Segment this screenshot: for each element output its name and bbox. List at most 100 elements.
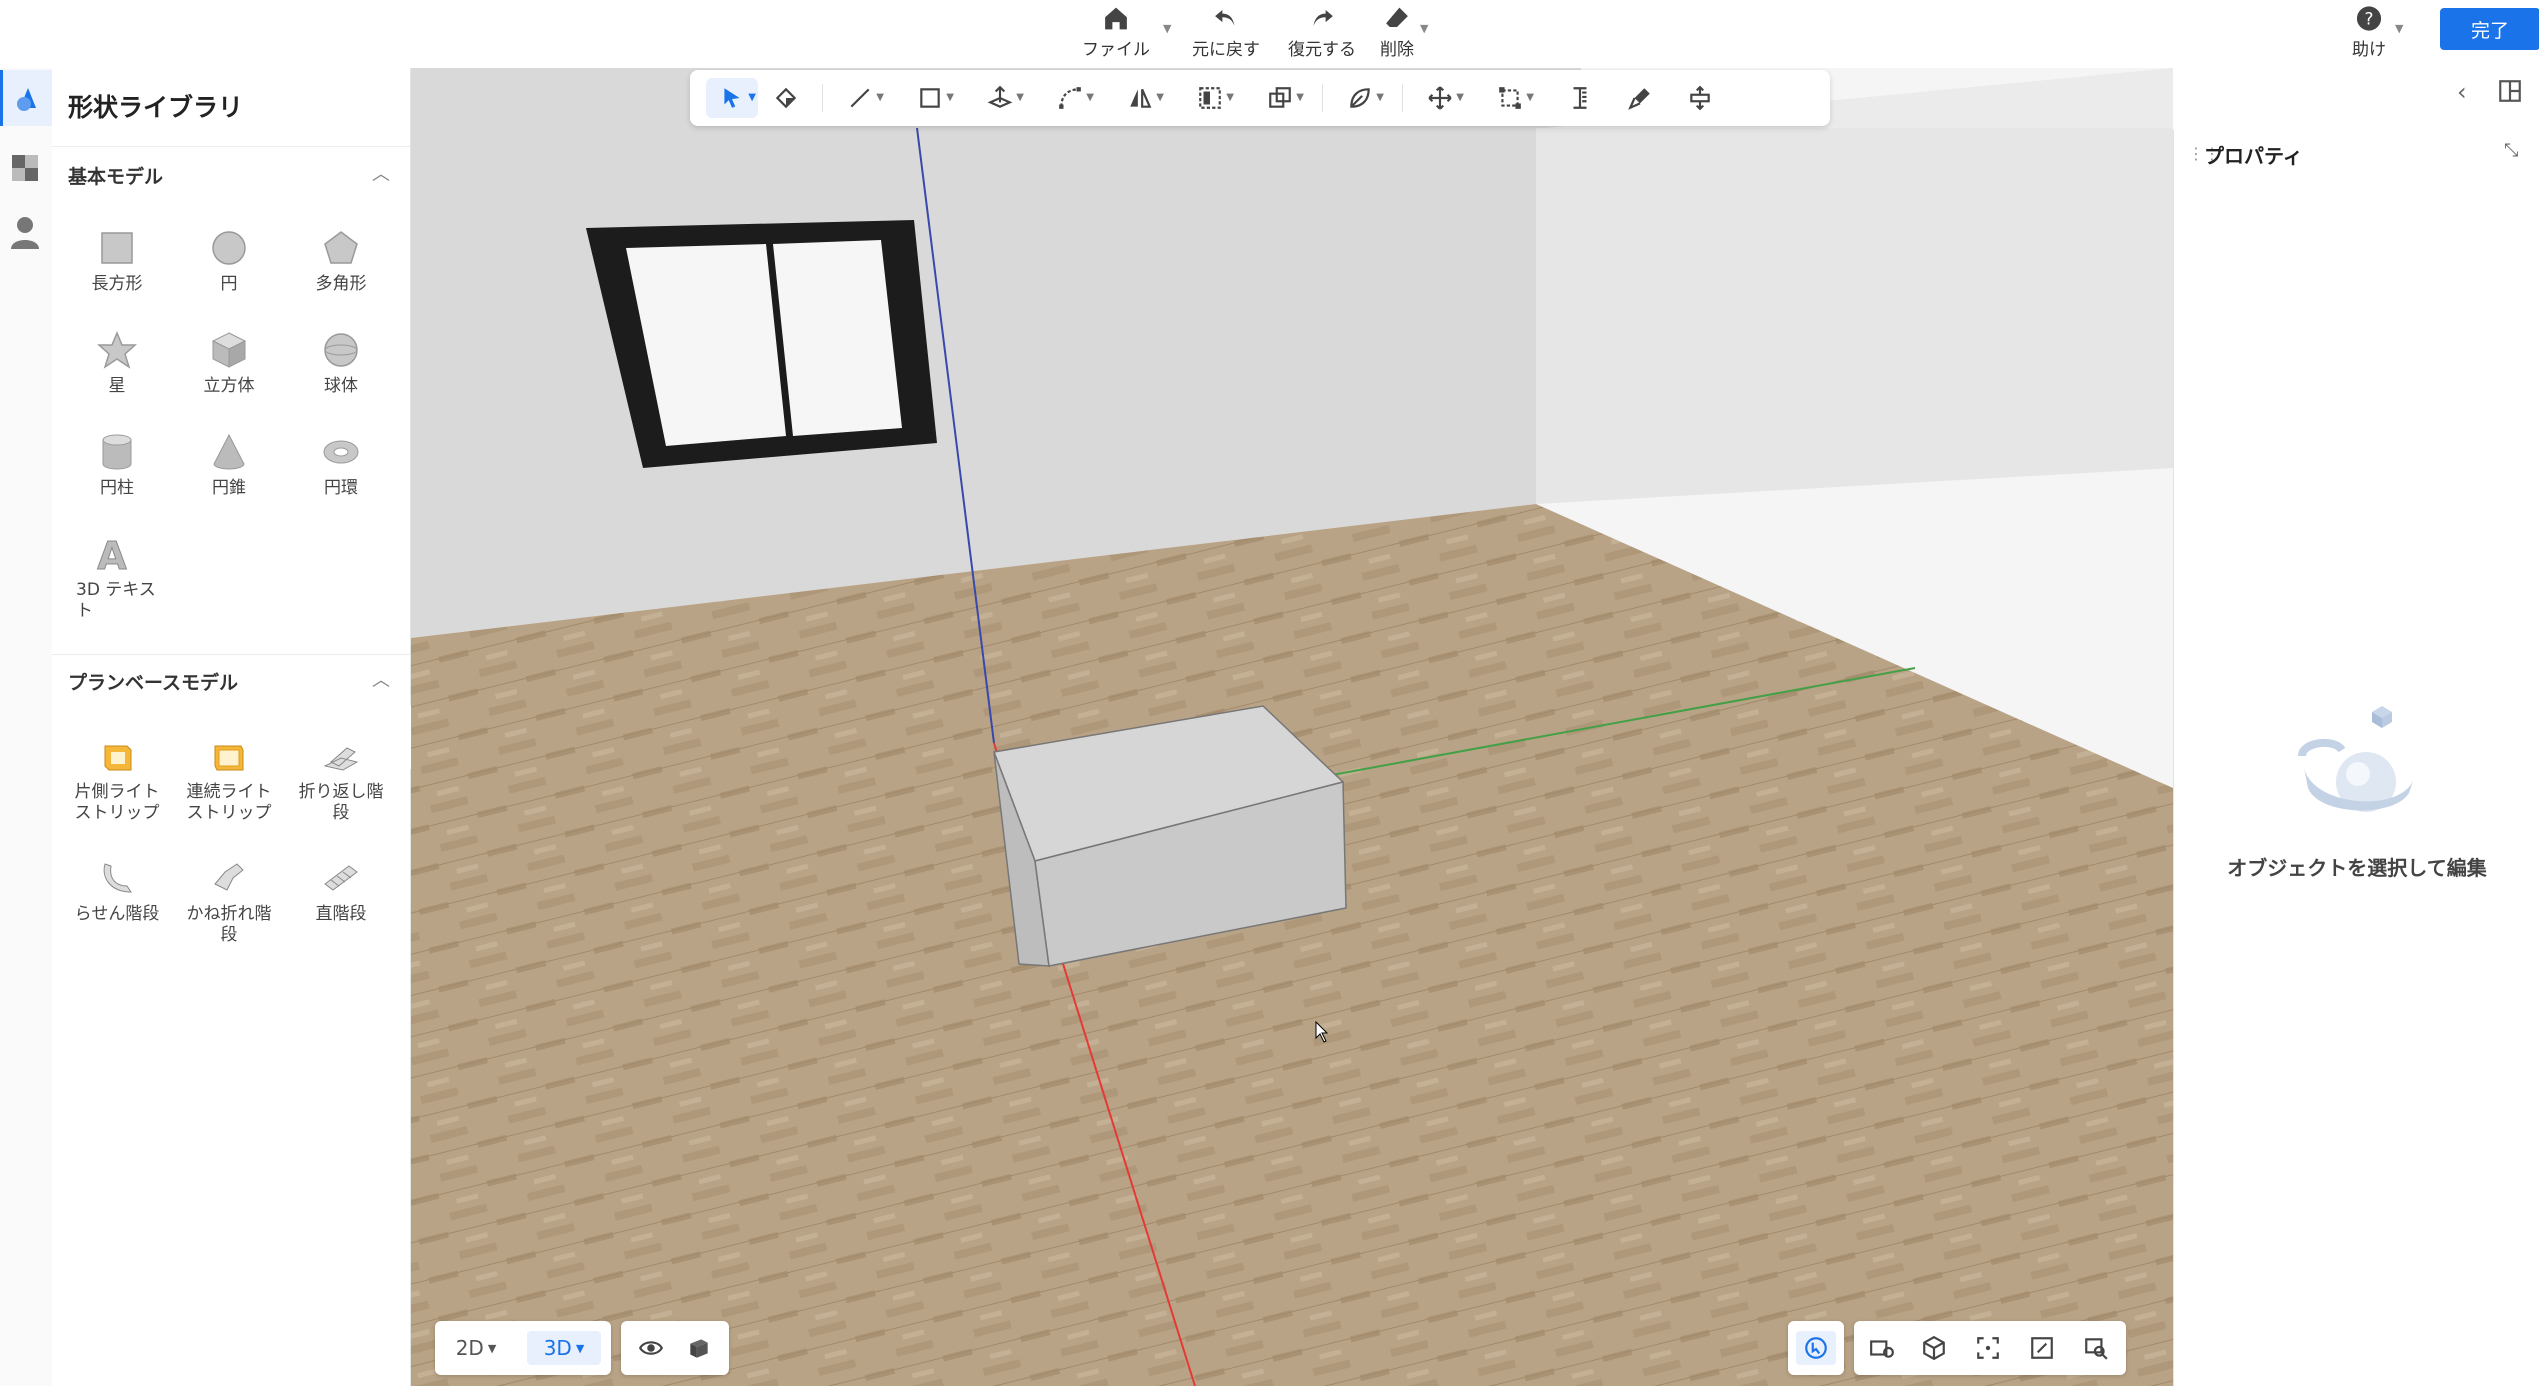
- divider: [52, 146, 410, 147]
- mirror-icon: [1130, 88, 1152, 108]
- collapse-icon[interactable]: ⤡: [2504, 140, 2518, 161]
- shape-circle[interactable]: 円: [174, 228, 284, 324]
- shape-3d-text[interactable]: A 3D テキスト: [62, 534, 162, 630]
- person-icon: [11, 217, 39, 249]
- eyedropper-icon: [1628, 88, 1650, 110]
- shape-cylinder[interactable]: 円柱: [62, 432, 172, 528]
- shape-sphere[interactable]: 球体: [286, 330, 396, 426]
- l-stairs-icon: [214, 863, 244, 891]
- zoom-area-button[interactable]: [2076, 1331, 2116, 1365]
- move-arrows-icon: [1428, 86, 1452, 110]
- leaf-icon: [1350, 88, 1370, 108]
- push-pull-tool[interactable]: ▼: [974, 78, 1026, 118]
- paint-tool[interactable]: [760, 78, 812, 118]
- caret-down-icon: ▼: [575, 1341, 585, 1355]
- curve-tool[interactable]: ▼: [1044, 78, 1096, 118]
- help-caret-icon[interactable]: ▼: [2395, 22, 2403, 35]
- empty-state-message: オブジェクトを選択して編集: [2227, 856, 2487, 880]
- box-icon: [690, 1339, 708, 1358]
- delete-caret-icon[interactable]: ▼: [1420, 22, 1428, 35]
- shape-library-panel: 形状ライブラリ 基本モデル ︿ 長方形 円 多角形 星 立方体 球体 円柱 円錐…: [52, 68, 411, 1386]
- pentagon-icon: [324, 231, 358, 264]
- zoom-window-icon: [2085, 1338, 2108, 1360]
- shape-continuous-light-strip[interactable]: 連続ライトストリップ: [174, 736, 284, 832]
- sphere-icon: [324, 333, 358, 367]
- shape-label: 長方形: [91, 274, 143, 294]
- box-view-button[interactable]: [679, 1331, 719, 1365]
- shape-star[interactable]: 星: [62, 330, 172, 426]
- empty-state-illustration: [2298, 706, 2414, 812]
- shape-switchback-stairs[interactable]: 折り返し階段: [286, 736, 396, 832]
- line-tool[interactable]: ▼: [834, 78, 886, 118]
- fit-view-button[interactable]: [1968, 1331, 2008, 1365]
- material-tool[interactable]: ▼: [1334, 78, 1386, 118]
- stairs-icon: [323, 747, 359, 771]
- shape-label: 星: [108, 376, 126, 396]
- move-tool[interactable]: ▼: [1414, 78, 1466, 118]
- file-label: ファイル: [1082, 40, 1150, 60]
- shape-single-light-strip[interactable]: 片側ライトストリップ: [62, 736, 172, 832]
- insert-tool[interactable]: [1674, 78, 1726, 118]
- align-tool[interactable]: ▼: [1184, 78, 1236, 118]
- shape-label: 円: [220, 274, 238, 294]
- view-2d-button[interactable]: 2D ▼: [445, 1331, 507, 1365]
- image-frame-icon: [2031, 1337, 2053, 1359]
- undo-button[interactable]: 元に戻す: [1192, 4, 1260, 60]
- delete-button[interactable]: 削除: [1380, 4, 1414, 60]
- material-tab[interactable]: [0, 140, 50, 196]
- chevron-left-icon[interactable]: ‹: [2457, 78, 2467, 106]
- rectangle-tool[interactable]: ▼: [904, 78, 956, 118]
- shape-cone[interactable]: 円錐: [174, 432, 284, 528]
- arrow-pointer-icon: [724, 88, 740, 108]
- camera-settings-button[interactable]: [1862, 1331, 1902, 1365]
- help-icon: ?: [2356, 6, 2382, 31]
- left-icon-rail: [0, 68, 53, 1386]
- shape-spiral-stairs[interactable]: らせん階段: [62, 858, 172, 954]
- layout-panel-icon[interactable]: [2497, 78, 2523, 104]
- chevron-up-icon[interactable]: ︿: [372, 666, 390, 692]
- shape-polygon[interactable]: 多角形: [286, 228, 396, 324]
- shape-straight-stairs[interactable]: 直階段: [286, 858, 396, 954]
- shape-label: 多角形: [315, 274, 367, 294]
- view-3d-button[interactable]: 3D ▼: [527, 1331, 601, 1365]
- shape-cube[interactable]: 立方体: [174, 330, 284, 426]
- file-caret-icon[interactable]: ▼: [1163, 22, 1171, 35]
- divider: [1402, 84, 1403, 112]
- spiral-stairs-icon: [103, 863, 132, 893]
- eye-icon: [638, 1341, 664, 1355]
- right-panel-header-icons: ‹: [2173, 68, 2539, 124]
- line-icon: [850, 88, 870, 108]
- light-strip-icon: [104, 745, 132, 771]
- visibility-button[interactable]: [631, 1331, 671, 1365]
- help-button[interactable]: ? 助け: [2352, 4, 2386, 60]
- redo-button[interactable]: 復元する: [1288, 4, 1356, 60]
- done-button[interactable]: 完了: [2440, 8, 2539, 50]
- screenshot-button[interactable]: [2022, 1331, 2062, 1365]
- scale-tool[interactable]: ▼: [1484, 78, 1536, 118]
- panel-title: 形状ライブラリ: [68, 93, 244, 122]
- mirror-tool[interactable]: ▼: [1114, 78, 1166, 118]
- caret-down-icon: ▼: [876, 92, 884, 103]
- window-pane-right: [773, 240, 902, 436]
- select-tool[interactable]: ▼: [706, 78, 758, 118]
- eyedropper-tool[interactable]: [1614, 78, 1666, 118]
- circle-icon: [212, 231, 246, 265]
- 3d-viewport[interactable]: 2D ▼ 3D ▼: [411, 68, 2173, 1386]
- caret-down-icon: ▼: [748, 92, 756, 103]
- perspective-button[interactable]: [1914, 1331, 1954, 1365]
- file-button[interactable]: ファイル: [1082, 4, 1150, 60]
- properties-title: プロパティ: [2204, 144, 2303, 168]
- shape-library-tab[interactable]: [0, 70, 53, 126]
- user-model-tab[interactable]: [0, 204, 50, 260]
- measure-tool[interactable]: [1554, 78, 1606, 118]
- chevron-up-icon[interactable]: ︿: [372, 160, 390, 186]
- shape-l-stairs[interactable]: かね折れ階段: [174, 858, 284, 954]
- shape-rectangle[interactable]: 長方形: [62, 228, 172, 324]
- shape-torus[interactable]: 円環: [286, 432, 396, 528]
- shape-label: 直階段: [315, 904, 367, 924]
- divider: [52, 654, 410, 655]
- orbit-button[interactable]: [1796, 1331, 1836, 1365]
- undo-icon: [1215, 10, 1235, 26]
- straight-stairs-icon: [324, 865, 358, 891]
- boolean-tool[interactable]: ▼: [1254, 78, 1306, 118]
